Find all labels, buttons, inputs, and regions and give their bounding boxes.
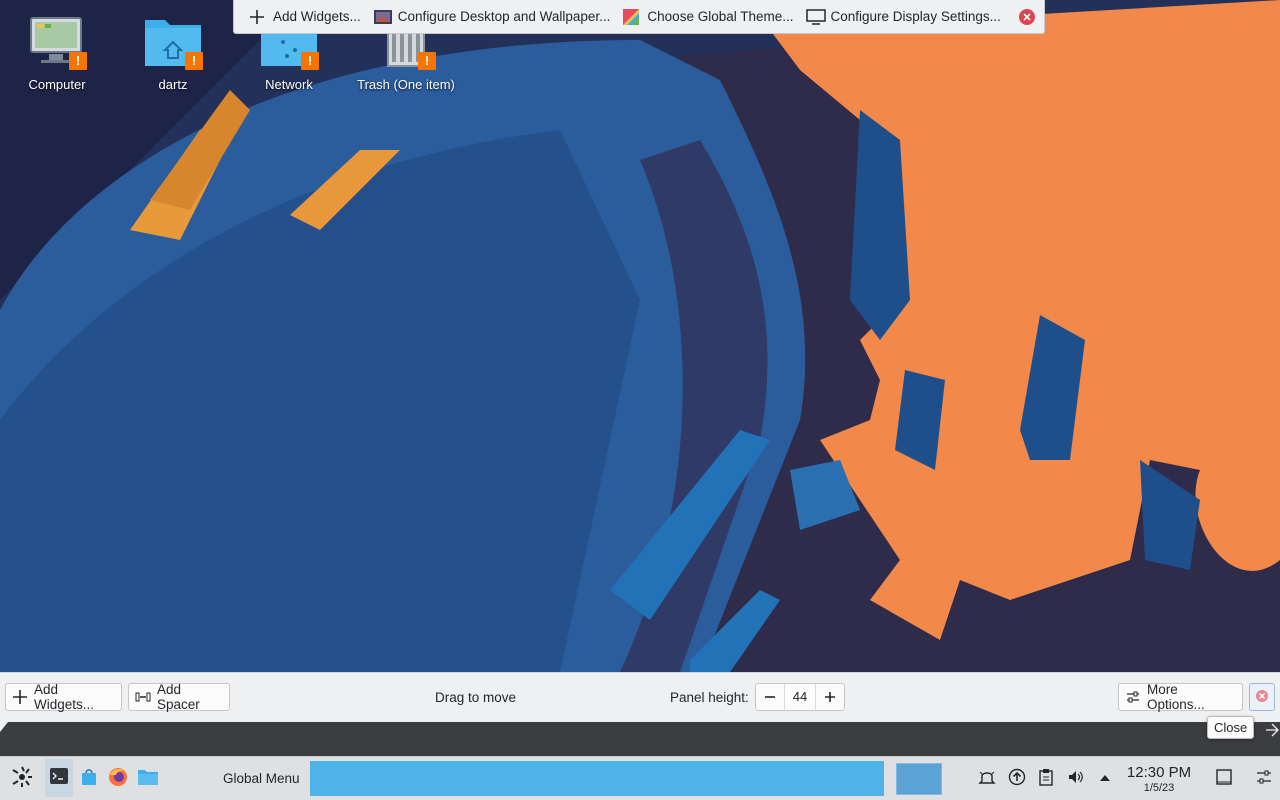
taskbar-task-terminal[interactable] bbox=[45, 759, 73, 797]
global-menu-applet[interactable]: Global Menu bbox=[223, 771, 300, 786]
plus-icon bbox=[12, 689, 28, 705]
show-desktop-button[interactable] bbox=[1212, 763, 1236, 795]
panel-ruler[interactable] bbox=[0, 722, 1280, 756]
clock-date: 1/5/23 bbox=[1143, 782, 1175, 794]
monitor-icon bbox=[805, 8, 826, 26]
drag-to-move-handle[interactable]: Drag to move bbox=[435, 690, 516, 705]
taskbar-task-firefox[interactable] bbox=[107, 763, 129, 795]
add-spacer-label: Add Spacer bbox=[157, 682, 200, 712]
store-bag-icon bbox=[80, 768, 98, 791]
desktop-icon-label: dartz bbox=[158, 77, 188, 92]
speaker-icon bbox=[1067, 768, 1085, 791]
configure-desktop-label: Configure Desktop and Wallpaper... bbox=[397, 9, 611, 24]
choose-global-theme-button[interactable]: Choose Global Theme... bbox=[616, 2, 799, 32]
desktop-icon-label: Network bbox=[265, 77, 313, 92]
digital-clock[interactable]: 12:30 PM 1/5/23 bbox=[1118, 765, 1200, 795]
triangle-up-icon bbox=[1099, 770, 1111, 788]
desktop-toolbar: Add Widgets... Configure Desktop and Wal… bbox=[233, 0, 1045, 34]
close-icon bbox=[1255, 689, 1269, 706]
panel-height-spinbox[interactable]: 44 bbox=[755, 683, 845, 711]
desktop-wallpaper bbox=[0, 0, 1280, 672]
warning-badge-icon: ! bbox=[185, 52, 203, 70]
more-options-button[interactable]: More Options... bbox=[1118, 682, 1243, 712]
clock-time: 12:30 PM bbox=[1126, 764, 1192, 781]
add-spacer-button[interactable]: Add Spacer bbox=[128, 682, 230, 712]
settings-sliders-icon bbox=[1125, 689, 1141, 705]
show-hidden-tray-button[interactable] bbox=[1095, 763, 1115, 795]
panel-height-value[interactable]: 44 bbox=[784, 684, 816, 710]
add-widgets-label: Add Widgets... bbox=[34, 682, 95, 712]
add-widgets-label: Add Widgets... bbox=[273, 9, 361, 24]
settings-sliders-icon bbox=[1255, 768, 1273, 791]
updates-tray-button[interactable] bbox=[1006, 763, 1028, 795]
kde-launcher-icon bbox=[10, 765, 34, 794]
close-toolbar-icon[interactable] bbox=[1018, 8, 1036, 26]
close-panel-config-button[interactable] bbox=[1249, 683, 1275, 711]
right-edge-arrow-icon bbox=[1266, 723, 1279, 737]
panel-spacer-highlight bbox=[310, 761, 884, 796]
taskbar-task-dolphin[interactable] bbox=[136, 763, 160, 795]
terminal-icon bbox=[49, 767, 69, 790]
desktop-icon-home-folder[interactable]: ! dartz bbox=[118, 10, 228, 92]
wallpaper-icon bbox=[373, 8, 392, 26]
desktop-icon-label: Computer bbox=[28, 77, 86, 92]
bell-icon bbox=[978, 768, 996, 791]
theme-icon bbox=[622, 8, 640, 26]
panel-height-label: Panel height: bbox=[670, 690, 749, 705]
display-settings-label: Configure Display Settings... bbox=[830, 9, 1001, 24]
folder-icon bbox=[137, 768, 159, 791]
panel-add-widgets-button[interactable]: Add Widgets... bbox=[5, 682, 122, 712]
more-options-label: More Options... bbox=[1147, 682, 1205, 712]
taskbar-panel: Global Menu 12:30 PM 1/5/23 bbox=[0, 756, 1280, 800]
clipboard-tray-button[interactable] bbox=[1035, 763, 1057, 795]
warning-badge-icon: ! bbox=[69, 52, 87, 70]
virtual-desktop-pager[interactable] bbox=[896, 763, 942, 795]
firefox-icon bbox=[108, 767, 128, 792]
notifications-tray-button[interactable] bbox=[976, 763, 998, 795]
configure-display-button[interactable]: Configure Display Settings... bbox=[800, 2, 1007, 32]
spacer-icon bbox=[135, 689, 151, 705]
global-theme-label: Choose Global Theme... bbox=[647, 9, 794, 24]
desktop-icon-label: Trash (One item) bbox=[357, 77, 455, 92]
show-desktop-icon bbox=[1215, 768, 1233, 791]
close-tooltip: Close bbox=[1207, 716, 1255, 739]
desktop-icon-computer[interactable]: ! Computer bbox=[2, 10, 112, 92]
update-arrow-icon bbox=[1008, 768, 1026, 791]
application-launcher-button[interactable] bbox=[6, 763, 38, 795]
configure-desktop-button[interactable]: Configure Desktop and Wallpaper... bbox=[367, 2, 617, 32]
warning-badge-icon: ! bbox=[301, 52, 319, 70]
panel-configuration-bar: Add Widgets... Add Spacer Drag to move P… bbox=[0, 672, 1280, 722]
computer-icon: ! bbox=[27, 14, 87, 70]
home-folder-icon: ! bbox=[143, 14, 203, 70]
panel-settings-button[interactable] bbox=[1252, 763, 1276, 795]
add-widgets-button[interactable]: Add Widgets... bbox=[242, 2, 367, 32]
left-offset-slider-icon bbox=[0, 722, 8, 732]
warning-badge-icon: ! bbox=[418, 52, 436, 70]
decrease-height-button[interactable] bbox=[756, 684, 784, 710]
increase-height-button[interactable] bbox=[816, 684, 844, 710]
taskbar-task-discover[interactable] bbox=[78, 763, 100, 795]
volume-tray-button[interactable] bbox=[1065, 763, 1087, 795]
clipboard-icon bbox=[1038, 768, 1054, 791]
plus-icon bbox=[248, 8, 266, 26]
